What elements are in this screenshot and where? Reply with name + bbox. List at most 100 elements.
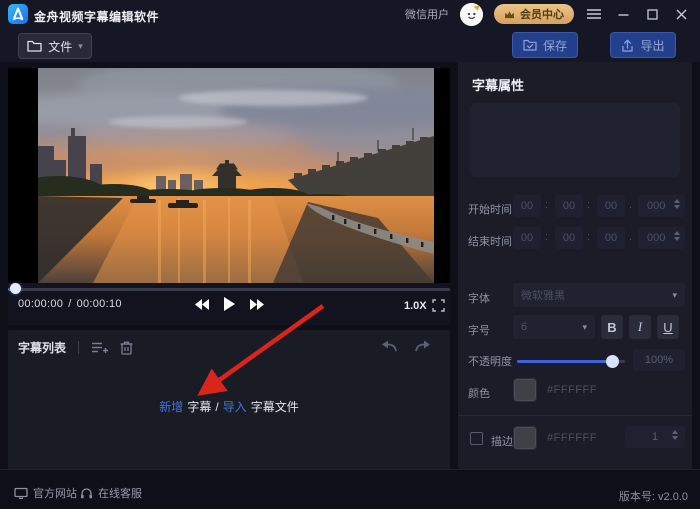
member-center-button[interactable]: 会员中心 xyxy=(494,4,574,24)
play-button[interactable] xyxy=(223,297,235,311)
member-center-label: 会员中心 xyxy=(520,9,564,21)
font-size-select[interactable]: 6 ▾ xyxy=(513,315,595,339)
color-swatch[interactable] xyxy=(513,378,537,402)
opacity-value-field[interactable]: 100% xyxy=(633,349,685,371)
save-button-label: 保存 xyxy=(542,38,567,53)
chevron-down-icon: ▾ xyxy=(582,321,587,332)
subtitle-text-input[interactable] xyxy=(470,103,680,177)
export-button-label: 导出 xyxy=(640,38,665,53)
headset-icon xyxy=(80,487,93,499)
subtitle-properties-panel: 字幕属性 开始时间 00 : 00 : 00 . 000 结束时间 00 : 0… xyxy=(458,62,692,469)
progress-track[interactable] xyxy=(8,288,450,291)
fast-forward-button[interactable] xyxy=(249,298,264,310)
start-minutes-field[interactable]: 00 xyxy=(555,195,583,217)
online-support-label: 在线客服 xyxy=(98,488,142,500)
start-seconds-field[interactable]: 00 xyxy=(597,195,625,217)
subtitle-list-title: 字幕列表 xyxy=(18,341,67,355)
app-window: 金舟视频字幕编辑软件 微信用户 会员中心 文件 ▾ 保存 导出 00:00:00… xyxy=(0,0,700,509)
app-logo-icon xyxy=(8,4,28,24)
font-select[interactable]: 微软雅黑 ▾ xyxy=(513,283,685,307)
subtitle-list-panel: 字幕列表 新增 字幕 / 导入 字幕文件 xyxy=(8,330,450,470)
statusbar: 官方网站 在线客服 版本号: v2.0.0 xyxy=(0,470,700,509)
divider xyxy=(78,341,80,354)
transport-bar: 00:00:00 / 00:00:10 1.0X xyxy=(8,283,450,325)
empty-hint: 新增 字幕 / 导入 字幕文件 xyxy=(8,398,450,415)
video-frame xyxy=(38,68,434,283)
folder-icon xyxy=(27,40,42,52)
font-label: 字体 xyxy=(468,293,490,305)
version-label: 版本号: v2.0.0 xyxy=(618,491,688,503)
time-colon: : xyxy=(545,231,549,243)
add-suffix: 字幕 xyxy=(187,400,212,414)
official-website-label: 官方网站 xyxy=(33,488,77,500)
avatar[interactable] xyxy=(460,2,483,26)
time-colon: : xyxy=(545,199,549,211)
properties-title: 字幕属性 xyxy=(472,78,525,93)
save-button[interactable]: 保存 xyxy=(512,32,578,58)
import-subtitle-link[interactable]: 导入 xyxy=(223,400,247,414)
time-colon: : xyxy=(587,199,591,211)
chevron-down-icon: ▾ xyxy=(78,40,83,51)
time-colon: : xyxy=(587,231,591,243)
add-subtitle-row-icon[interactable] xyxy=(91,341,109,355)
redo-icon[interactable] xyxy=(414,340,432,353)
crown-icon xyxy=(504,10,515,19)
end-ms-decrement-icon[interactable] xyxy=(674,237,680,241)
speed-button[interactable]: 1.0X xyxy=(404,300,427,312)
color-hex-field[interactable]: #FFFFFF xyxy=(547,384,597,396)
export-button[interactable]: 导出 xyxy=(610,32,676,58)
stroke-label: 描边 xyxy=(491,436,513,448)
stroke-color-swatch[interactable] xyxy=(513,426,537,450)
rewind-button[interactable] xyxy=(194,298,209,310)
fullscreen-button[interactable] xyxy=(432,299,445,312)
import-suffix: 字幕文件 xyxy=(250,400,299,414)
end-hours-field[interactable]: 00 xyxy=(513,227,541,249)
stroke-hex-field[interactable]: #FFFFFF xyxy=(547,432,597,444)
monitor-icon xyxy=(14,487,28,499)
maximize-button[interactable] xyxy=(643,5,661,23)
time-dot: . xyxy=(629,199,633,211)
progress-handle[interactable] xyxy=(10,283,21,294)
minimize-button[interactable] xyxy=(614,5,632,23)
stroke-width-increment-icon[interactable] xyxy=(672,430,678,434)
italic-button[interactable]: I xyxy=(629,315,651,339)
end-minutes-field[interactable]: 00 xyxy=(555,227,583,249)
file-button-label: 文件 xyxy=(48,39,73,54)
online-support-link[interactable]: 在线客服 xyxy=(80,485,142,501)
close-button[interactable] xyxy=(672,5,690,23)
official-website-link[interactable]: 官方网站 xyxy=(14,485,77,501)
export-icon xyxy=(621,39,634,52)
hint-slash: / xyxy=(215,400,219,414)
start-time-label: 开始时间 xyxy=(468,204,512,216)
app-title: 金舟视频字幕编辑软件 xyxy=(34,10,160,24)
bold-button[interactable]: B xyxy=(601,315,623,339)
end-ms-increment-icon[interactable] xyxy=(674,231,680,235)
time-dot: . xyxy=(629,231,633,243)
undo-icon[interactable] xyxy=(380,340,398,353)
section-divider xyxy=(458,415,692,416)
topbar: 金舟视频字幕编辑软件 微信用户 会员中心 文件 ▾ 保存 导出 xyxy=(0,0,700,62)
add-subtitle-link[interactable]: 新增 xyxy=(159,400,183,414)
font-size-label: 字号 xyxy=(468,325,490,337)
trash-icon[interactable] xyxy=(120,340,133,355)
stroke-checkbox[interactable] xyxy=(470,432,483,445)
end-time-label: 结束时间 xyxy=(468,236,512,248)
opacity-label: 不透明度 xyxy=(468,356,512,368)
start-ms-increment-icon[interactable] xyxy=(674,199,680,203)
end-seconds-field[interactable]: 00 xyxy=(597,227,625,249)
stroke-width-decrement-icon[interactable] xyxy=(672,436,678,440)
opacity-slider-fill xyxy=(517,360,613,363)
file-button[interactable]: 文件 ▾ xyxy=(18,33,92,59)
chevron-down-icon: ▾ xyxy=(672,289,677,300)
font-value: 微软雅黑 xyxy=(521,290,565,302)
color-label: 颜色 xyxy=(468,388,490,400)
menu-button[interactable] xyxy=(585,5,603,23)
video-player[interactable] xyxy=(8,68,450,283)
underline-button[interactable]: U xyxy=(657,315,679,339)
opacity-slider-handle[interactable] xyxy=(606,355,619,368)
start-hours-field[interactable]: 00 xyxy=(513,195,541,217)
start-ms-decrement-icon[interactable] xyxy=(674,205,680,209)
save-icon xyxy=(523,39,537,51)
user-label: 微信用户 xyxy=(405,9,449,21)
font-size-value: 6 xyxy=(521,321,528,333)
